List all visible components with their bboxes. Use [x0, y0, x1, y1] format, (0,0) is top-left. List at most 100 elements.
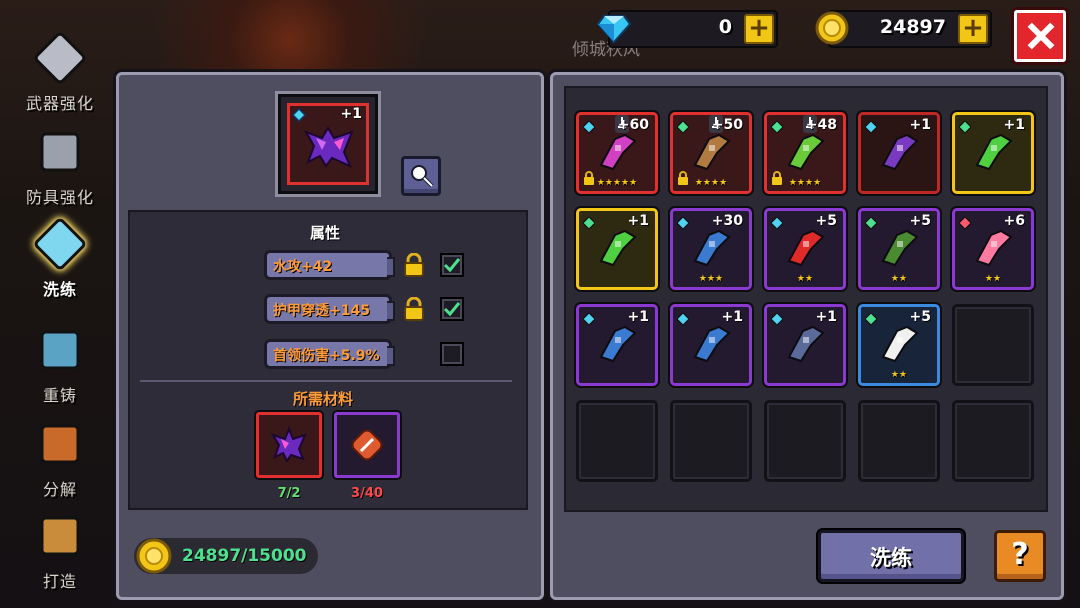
checkmark-icon — [443, 302, 461, 317]
material-slot[interactable] — [256, 412, 322, 478]
gold-coin-icon — [136, 538, 172, 574]
inventory-slot[interactable]: +5 ★★ — [858, 304, 940, 386]
empty-slot[interactable] — [952, 304, 1034, 386]
diamond-gem-icon — [292, 108, 306, 122]
sidebar-item-0[interactable]: 武器强化 — [12, 28, 108, 116]
lock-attribute-checkbox[interactable] — [440, 253, 464, 277]
item-level: +1 — [721, 309, 743, 325]
item-level: +48 — [805, 117, 837, 133]
inventory-slot[interactable]: +1 — [576, 208, 658, 290]
gem-icon — [583, 313, 595, 325]
attribute-label: 护甲穿透+145 — [273, 303, 370, 319]
selected-item-slot[interactable]: +1 — [278, 94, 378, 194]
purple-claw-selected-icon — [881, 133, 919, 171]
help-icon: ? — [1011, 537, 1029, 572]
empty-slot[interactable] — [858, 400, 940, 482]
inventory-slot[interactable]: +60 ★★★★★ — [576, 112, 658, 194]
fire-extinguisher-icon — [787, 229, 825, 267]
sidebar-item-5[interactable]: 打造 — [12, 506, 108, 594]
gem-icon — [583, 121, 595, 133]
item-level: +1 — [627, 213, 649, 229]
attribute-row: 护甲穿透+145 — [264, 294, 395, 324]
diamond-icon — [596, 15, 632, 44]
add-gold-button[interactable]: + — [958, 14, 988, 44]
close-button[interactable] — [1014, 10, 1066, 62]
magenta-staff-icon — [599, 133, 637, 171]
gem-icon — [771, 217, 783, 229]
empty-slot[interactable] — [764, 400, 846, 482]
inventory-slot[interactable]: +1 — [764, 304, 846, 386]
armor-upgrade-icon — [40, 132, 80, 172]
purple-claw-weapon-icon — [303, 126, 354, 168]
checkmark-icon — [443, 258, 461, 273]
item-level: +50 — [711, 117, 743, 133]
item-level: +5 — [815, 213, 837, 229]
gem-icon — [583, 217, 595, 229]
green-whip-icon — [599, 229, 637, 267]
inventory-slot[interactable]: +30 ★★★ — [670, 208, 752, 290]
gold-value: 24897 — [879, 16, 946, 38]
padlock-icon[interactable] — [403, 297, 425, 321]
lock-attribute-checkbox[interactable] — [440, 342, 464, 366]
item-stars: ★★★ — [698, 274, 724, 284]
refine-button[interactable]: 洗练 — [818, 530, 964, 582]
gem-icon — [771, 121, 783, 133]
attributes-title: 属性 — [310, 224, 341, 242]
item-level: +6 — [1003, 213, 1025, 229]
item-level: +60 — [617, 117, 649, 133]
gold-counter: 24897 + — [815, 10, 992, 48]
sidebar-item-label: 洗练 — [42, 280, 77, 299]
empty-slot[interactable] — [576, 400, 658, 482]
inventory-slot[interactable]: +5 ★★ — [764, 208, 846, 290]
attribute-row: 水攻+42 — [264, 250, 395, 280]
gem-icon — [771, 313, 783, 325]
pink-flame-icon — [975, 229, 1013, 267]
sidebar-item-3[interactable]: 重铸 — [12, 320, 108, 408]
item-stars: ★★ — [890, 274, 908, 284]
materials-title: 所需材料 — [293, 390, 354, 408]
reforge-blade-icon — [34, 218, 86, 270]
inventory-slot[interactable]: +50 ★★★★ — [670, 112, 752, 194]
item-level: +1 — [1003, 117, 1025, 133]
help-button[interactable]: ? — [994, 530, 1046, 582]
gold-cost-value: 24897/15000 — [182, 546, 307, 566]
inventory-slot[interactable]: +1 — [670, 304, 752, 386]
sidebar-item-1[interactable]: 防具强化 — [12, 122, 108, 210]
magnifier-icon — [411, 165, 434, 188]
material-slot[interactable] — [334, 412, 400, 478]
blue-rifle-icon — [599, 325, 637, 363]
gold-cost: 24897/15000 — [134, 538, 318, 574]
green-bow-icon — [787, 133, 825, 171]
item-level: +5 — [909, 309, 931, 325]
material-count: 3/40 — [351, 486, 383, 501]
gem-icon — [677, 121, 689, 133]
inventory-slot[interactable]: +5 ★★ — [858, 208, 940, 290]
add-gems-button[interactable]: + — [744, 14, 774, 44]
gold-coin-icon — [815, 11, 849, 45]
white-blob-pet-icon — [881, 325, 919, 363]
inventory-slot[interactable]: +48 ★★★★ — [764, 112, 846, 194]
brown-golem-icon — [693, 133, 731, 171]
forge-icon — [40, 516, 80, 556]
sidebar-item-2[interactable]: 洗练 — [12, 214, 108, 302]
refine-button-label: 洗练 — [870, 546, 912, 570]
item-stars: ★★★★ — [788, 178, 822, 188]
selected-item-level: +1 — [340, 106, 362, 122]
inventory-slot[interactable]: +6 ★★ — [952, 208, 1034, 290]
purple-claw-weapon-icon — [270, 426, 307, 463]
empty-slot[interactable] — [670, 400, 752, 482]
sidebar-item-4[interactable]: 分解 — [12, 414, 108, 502]
empty-slot[interactable] — [952, 400, 1034, 482]
lock-attribute-checkbox[interactable] — [440, 297, 464, 321]
green-whip-icon — [975, 133, 1013, 171]
item-level: +1 — [815, 309, 837, 325]
inventory-slot[interactable]: +1 — [952, 112, 1034, 194]
gem-icon — [865, 313, 877, 325]
gem-icon — [865, 217, 877, 229]
padlock-icon[interactable] — [403, 253, 425, 277]
inventory-slot[interactable]: +1 — [858, 112, 940, 194]
inventory-slot[interactable]: +1 — [576, 304, 658, 386]
gem-icon — [677, 313, 689, 325]
gem-icon — [865, 121, 877, 133]
inspect-button[interactable] — [401, 156, 441, 196]
